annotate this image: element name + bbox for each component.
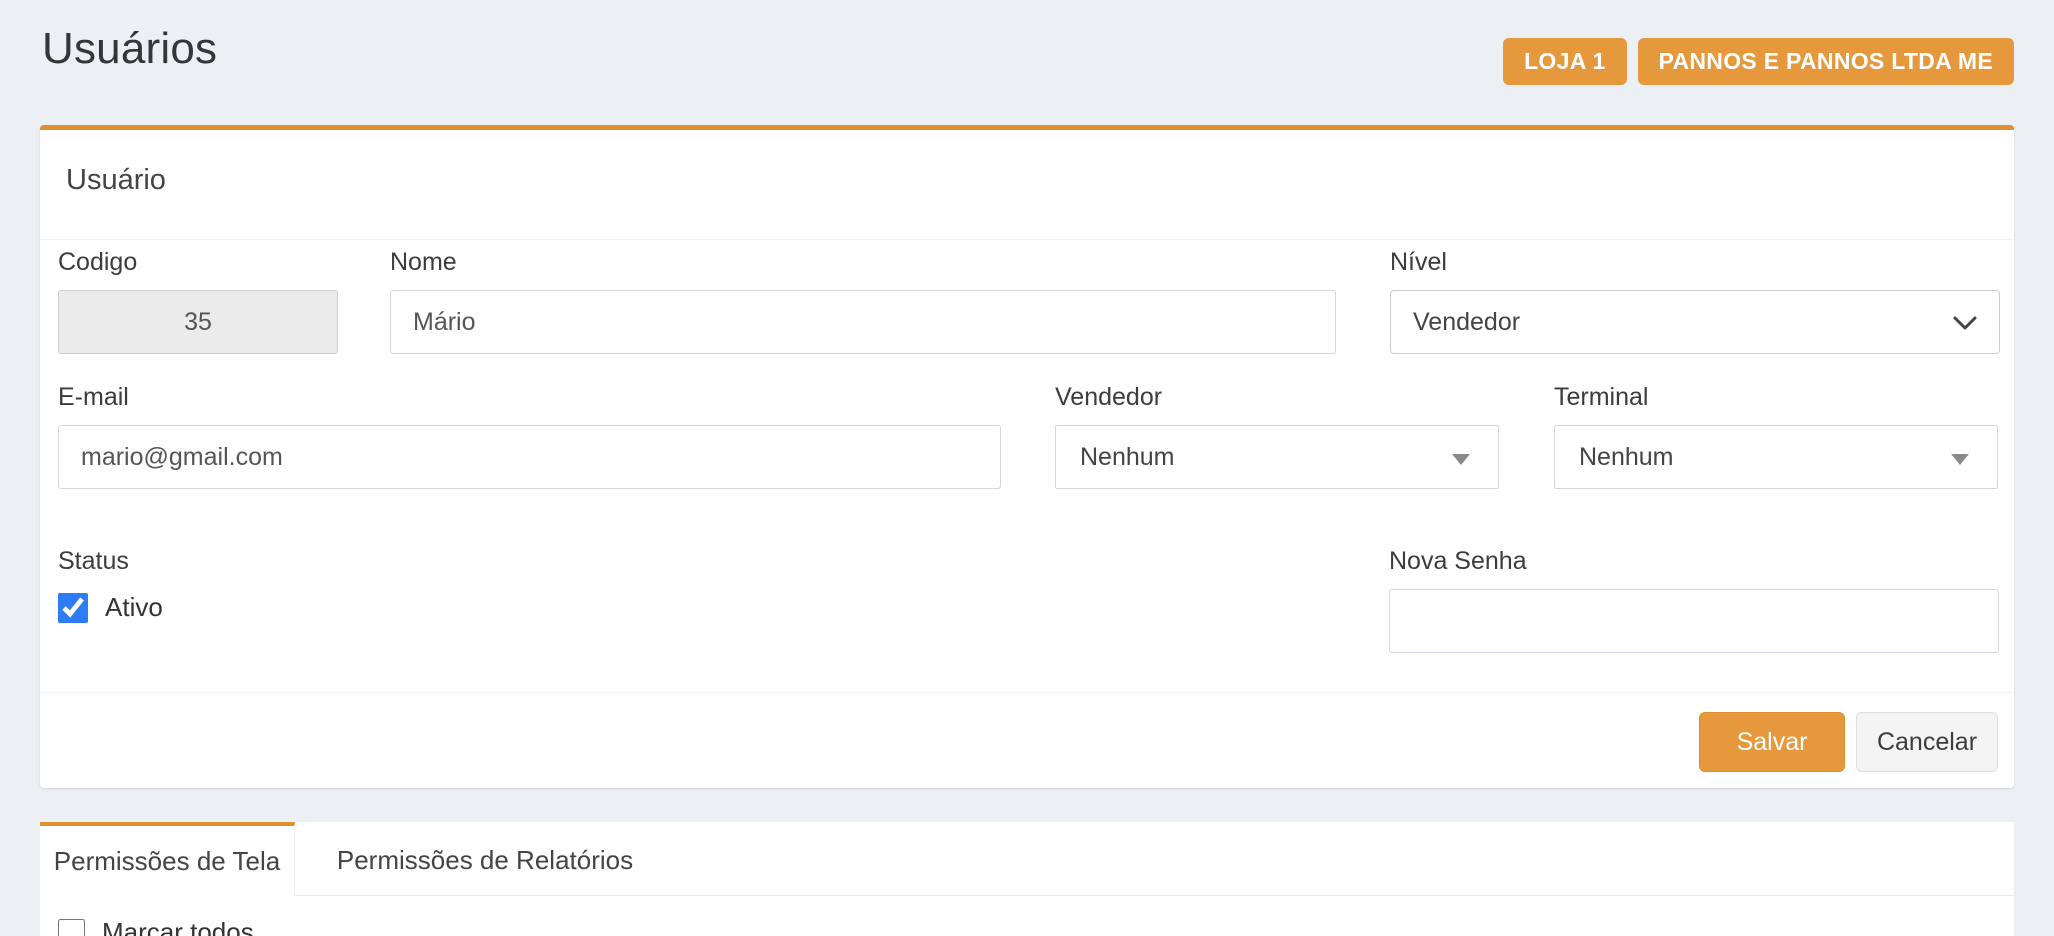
terminal-field-group: Terminal Nenhum xyxy=(1554,383,1998,489)
codigo-input xyxy=(58,290,338,354)
tab-nav: Permissões de Tela Permissões de Relatór… xyxy=(40,822,2014,896)
nome-field-group: Nome xyxy=(390,248,1336,354)
codigo-field-group: Codigo xyxy=(58,248,338,354)
company-badge[interactable]: PANNOS E PANNOS LTDA ME xyxy=(1638,38,2014,85)
terminal-label: Terminal xyxy=(1554,383,1998,412)
nivel-select[interactable]: Vendedor xyxy=(1390,290,2000,354)
chevron-down-icon xyxy=(1951,311,1979,342)
ativo-checkbox-label[interactable]: Ativo xyxy=(105,592,163,623)
form-actions: Salvar Cancelar xyxy=(1699,712,1998,772)
email-field-group: E-mail xyxy=(58,383,1001,489)
marcar-todos-label[interactable]: Marcar todos xyxy=(102,917,254,936)
vendedor-select[interactable]: Nenhum xyxy=(1055,425,1499,489)
nivel-field-group: Nível Vendedor xyxy=(1390,248,2000,354)
email-label: E-mail xyxy=(58,383,1001,412)
nivel-selected-value: Vendedor xyxy=(1413,308,1520,337)
vendedor-field-group: Vendedor Nenhum xyxy=(1055,383,1499,489)
status-field-group: Status Ativo xyxy=(58,547,458,623)
card-footer-divider xyxy=(40,692,2014,693)
user-form-card: Usuário Codigo Nome Nível Vendedor E-mai… xyxy=(40,125,2014,788)
permissions-tabs-box: Permissões de Tela Permissões de Relatór… xyxy=(40,822,2014,936)
caret-down-icon xyxy=(1452,454,1470,465)
nova-senha-label: Nova Senha xyxy=(1389,547,1999,576)
vendedor-selected-value: Nenhum xyxy=(1080,443,1175,472)
marcar-todos-checkbox[interactable] xyxy=(58,919,85,936)
terminal-selected-value: Nenhum xyxy=(1579,443,1674,472)
cancel-button[interactable]: Cancelar xyxy=(1856,712,1998,772)
terminal-select[interactable]: Nenhum xyxy=(1554,425,1998,489)
store-badge[interactable]: LOJA 1 xyxy=(1503,38,1626,85)
status-label: Status xyxy=(58,547,458,576)
nova-senha-field-group: Nova Senha xyxy=(1389,547,1999,653)
email-input[interactable] xyxy=(58,425,1001,489)
caret-down-icon xyxy=(1951,454,1969,465)
tab-permissoes-de-relatorios[interactable]: Permissões de Relatórios xyxy=(295,822,675,895)
nome-label: Nome xyxy=(390,248,1336,277)
vendedor-label: Vendedor xyxy=(1055,383,1499,412)
store-badge-bar: LOJA 1 PANNOS E PANNOS LTDA ME xyxy=(1503,38,2014,85)
nome-input[interactable] xyxy=(390,290,1336,354)
ativo-checkbox[interactable] xyxy=(58,593,88,623)
page-title: Usuários xyxy=(42,24,217,74)
save-button[interactable]: Salvar xyxy=(1699,712,1845,772)
tab-content: Marcar todos xyxy=(40,896,2014,936)
codigo-label: Codigo xyxy=(58,248,338,277)
nova-senha-input[interactable] xyxy=(1389,589,1999,653)
card-title: Usuário xyxy=(40,130,2014,240)
nivel-label: Nível xyxy=(1390,248,2000,277)
tab-permissoes-de-tela[interactable]: Permissões de Tela xyxy=(40,822,295,897)
